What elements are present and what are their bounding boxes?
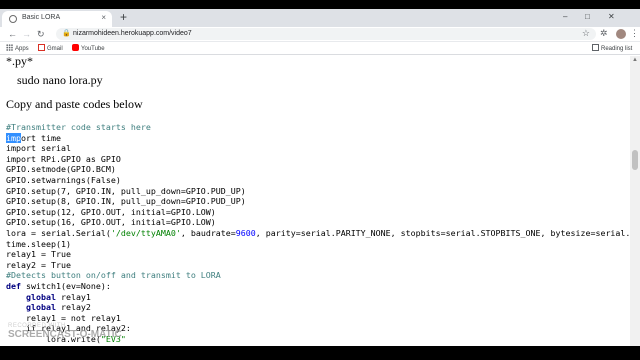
code-token: relay1	[60, 291, 91, 302]
reload-icon[interactable]: ↻	[37, 29, 45, 40]
code-line: import time	[6, 132, 630, 144]
bookmark-label: Apps	[15, 46, 29, 52]
code-line: GPIO.setwarnings(False)	[6, 175, 630, 186]
menu-icon[interactable]: ⋮	[630, 28, 639, 39]
code-token: , parity=serial.PARITY_NONE, stopbits=se…	[255, 227, 630, 238]
code-token: '/dev/ttyAMA0'	[110, 227, 181, 238]
youtube-icon	[72, 44, 79, 51]
bookmark-label: YouTube	[81, 46, 105, 52]
bookmark-gmail[interactable]: Gmail	[38, 44, 63, 52]
code-line: lora = serial.Serial('/dev/ttyAMA0', bau…	[6, 228, 630, 239]
code-token: #Transmitter code starts here	[6, 122, 151, 132]
new-tab-button[interactable]: +	[120, 10, 127, 24]
bookmark-apps[interactable]: Apps	[6, 44, 29, 52]
letterbox-top	[0, 0, 640, 9]
back-icon[interactable]: ←	[8, 29, 17, 39]
code-line: relay2 = True	[6, 260, 630, 271]
toolbar: ← → ↻ 🔒 nizarmohideen.herokuapp.com/vide…	[0, 27, 640, 42]
close-tab-icon[interactable]: ×	[101, 13, 106, 22]
code-line: GPIO.setmode(GPIO.BCM)	[6, 164, 630, 175]
lock-icon[interactable]: 🔒	[62, 29, 71, 37]
scroll-up-arrow-icon[interactable]: ▲	[632, 57, 638, 63]
code-token: , baudrate=	[180, 227, 236, 238]
code-token: GPIO.setwarnings(False)	[6, 174, 121, 185]
code-token: lora = serial.Serial(	[6, 227, 111, 238]
code-token: import serial	[6, 143, 71, 154]
code-token: relay1 = True	[6, 249, 71, 260]
code-line: GPIO.setup(12, GPIO.OUT, initial=GPIO.LO…	[6, 207, 630, 218]
tab-basic-lora[interactable]: Basic LORA ×	[2, 11, 112, 27]
code-line: #Detects button on/off and transmit to L…	[6, 270, 630, 281]
code-line: import RPi.GPIO as GPIO	[6, 154, 630, 165]
bookmark-youtube[interactable]: YouTube	[72, 44, 105, 52]
code-line: #Transmitter code starts here	[6, 122, 630, 133]
selected-text: imp	[6, 132, 21, 143]
code-token: relay2	[60, 302, 91, 313]
tab-title: Basic LORA	[22, 14, 61, 21]
profile-avatar[interactable]	[616, 29, 626, 39]
close-window-icon[interactable]: ✕	[608, 12, 615, 21]
globe-icon	[9, 15, 17, 23]
code-token: global	[6, 302, 61, 313]
code-token: import RPi.GPIO as GPIO	[6, 153, 121, 164]
address-bar[interactable]: 🔒 nizarmohideen.herokuapp.com/video7 ☆	[56, 28, 596, 40]
code-line: GPIO.setup(8, GPIO.IN, pull_up_down=GPIO…	[6, 196, 630, 207]
code-token: switch1(ev=None):	[25, 280, 111, 291]
url-text[interactable]: nizarmohideen.herokuapp.com/video7	[73, 30, 192, 37]
bookmarks-bar: Apps Gmail YouTube Reading list	[0, 42, 640, 55]
bookmark-star-icon[interactable]: ☆	[582, 28, 590, 39]
gmail-icon	[38, 44, 45, 51]
code-line: relay1 = not relay1	[6, 313, 630, 324]
file-extension-text: *.py*	[6, 56, 33, 68]
instruction-text: Copy and paste codes below	[6, 97, 143, 111]
vertical-scrollbar[interactable]: ▲	[630, 56, 640, 346]
apps-grid-icon	[6, 44, 13, 51]
code-token: GPIO.setup(12, GPIO.OUT, initial=GPIO.LO…	[6, 206, 216, 217]
code-token: def	[6, 280, 26, 291]
code-line: global relay1	[6, 292, 630, 303]
watermark-line2: SCREENCAST-O-MATIC	[8, 329, 122, 340]
minimize-icon[interactable]: –	[563, 12, 567, 21]
code-line: global relay2	[6, 302, 630, 313]
reading-list-label: Reading list	[601, 46, 633, 52]
code-line: import serial	[6, 143, 630, 154]
code-token: GPIO.setup(16, GPIO.OUT, initial=GPIO.LO…	[6, 217, 216, 228]
code-token: GPIO.setup(8, GPIO.IN, pull_up_down=GPIO…	[6, 196, 246, 207]
page-content: *.py* sudo nano lora.py Copy and paste c…	[0, 56, 630, 346]
code-token: GPIO.setup(7, GPIO.IN, pull_up_down=GPIO…	[6, 185, 246, 196]
maximize-icon[interactable]: □	[585, 12, 590, 21]
code-token: ort time	[21, 132, 61, 143]
code-token: relay1 = not relay1	[6, 312, 121, 323]
code-line: time.sleep(1)	[6, 239, 630, 250]
code-line: def switch1(ev=None):	[6, 281, 630, 292]
code-token: #Detects button on/off and transmit to L…	[6, 270, 221, 281]
code-token: 9600	[235, 227, 256, 238]
extensions-icon[interactable]: ✲	[600, 28, 608, 39]
code-token: GPIO.setmode(GPIO.BCM)	[6, 164, 116, 175]
code-token: relay2 = True	[6, 259, 71, 270]
reading-list-icon	[592, 44, 599, 51]
reading-list-button[interactable]: Reading list	[592, 44, 632, 52]
letterbox-bottom	[0, 346, 640, 360]
browser-window: Basic LORA × + – □ ✕ ← → ↻ 🔒 nizarmohide…	[0, 9, 640, 346]
forward-icon[interactable]: →	[22, 29, 31, 39]
code-block[interactable]: #Transmitter code starts here import time…	[6, 122, 630, 344]
code-line: relay1 = True	[6, 249, 630, 260]
code-token: global	[6, 291, 61, 302]
scrollbar-thumb[interactable]	[632, 150, 638, 170]
bookmark-label: Gmail	[47, 46, 63, 52]
tab-strip: Basic LORA × + – □ ✕	[0, 9, 640, 27]
code-line: GPIO.setup(7, GPIO.IN, pull_up_down=GPIO…	[6, 186, 630, 197]
command-text: sudo nano lora.py	[17, 73, 103, 87]
code-token: time.sleep(1)	[6, 238, 71, 249]
code-line: GPIO.setup(16, GPIO.OUT, initial=GPIO.LO…	[6, 217, 630, 228]
